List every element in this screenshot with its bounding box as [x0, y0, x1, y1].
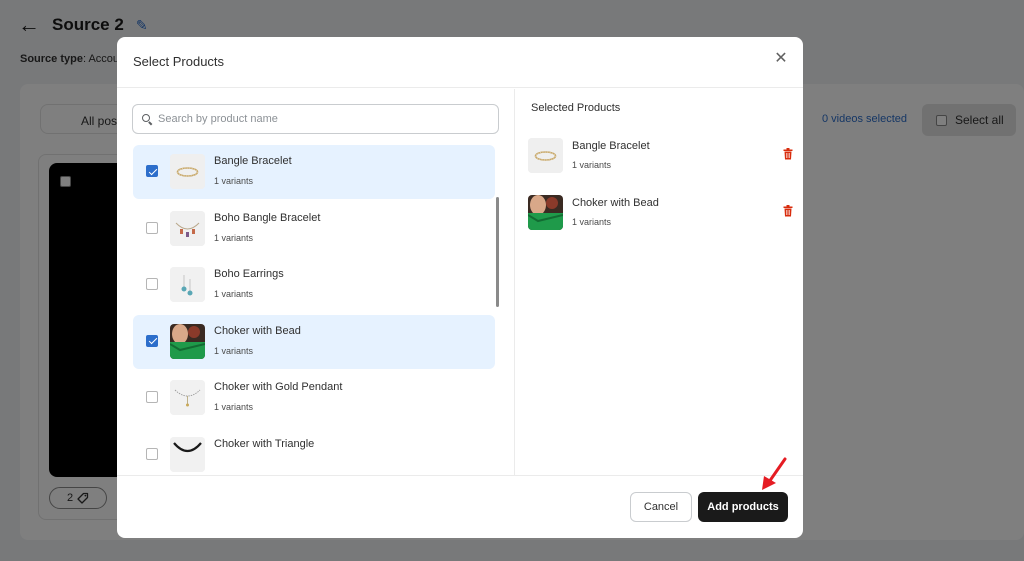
product-checkbox[interactable]	[146, 221, 158, 234]
close-icon[interactable]: ✕	[771, 50, 791, 70]
product-row-choker-with-gold-pendant[interactable]: Choker with Gold Pendant 1 variants	[133, 371, 495, 425]
product-list: Bangle Bracelet 1 variants Boho Bangle B…	[133, 145, 497, 475]
product-thumbnail	[170, 436, 205, 472]
product-name: Bangle Bracelet	[214, 155, 292, 167]
select-products-modal: Select Products ✕ Bangle Bracelet 1 vari…	[117, 37, 803, 538]
selected-item-bangle-bracelet: Bangle Bracelet 1 variants	[528, 138, 793, 174]
product-thumbnail	[170, 154, 205, 189]
product-variants: 1 variants	[214, 402, 254, 412]
search-icon	[142, 114, 152, 124]
search-input[interactable]	[158, 113, 478, 125]
trash-icon[interactable]	[783, 148, 793, 160]
product-checkbox[interactable]	[146, 165, 158, 177]
product-checkbox[interactable]	[146, 278, 158, 290]
product-name: Choker with Gold Pendant	[214, 381, 343, 393]
search-box[interactable]	[132, 104, 499, 134]
cancel-button[interactable]: Cancel	[630, 492, 692, 522]
product-row-boho-bangle-bracelet[interactable]: Boho Bangle Bracelet 1 variants	[133, 202, 495, 256]
modal-title: Select Products	[133, 54, 225, 69]
product-thumbnail	[170, 267, 205, 302]
product-name: Choker with Bead	[214, 324, 301, 337]
product-row-choker-with-triangle[interactable]: Choker with Triangle	[133, 428, 495, 476]
product-name: Boho Bangle Bracelet	[214, 211, 321, 224]
modal-footer: Cancel Add products	[117, 475, 803, 538]
add-products-button[interactable]: Add products	[698, 492, 788, 522]
product-name: Boho Earrings	[214, 268, 284, 280]
product-thumbnail	[170, 210, 205, 246]
annotation-arrow-icon	[762, 457, 787, 490]
product-checkbox[interactable]	[146, 447, 158, 460]
trash-icon[interactable]	[783, 205, 793, 217]
product-thumbnail	[170, 323, 205, 359]
product-checkbox[interactable]	[146, 334, 158, 347]
product-row-bangle-bracelet[interactable]: Bangle Bracelet 1 variants	[133, 145, 495, 199]
selected-products-pane: Selected Products Bangle Bracelet 1 vari…	[516, 89, 803, 475]
selected-item-choker-with-bead: Choker with Bead 1 variants	[528, 195, 793, 231]
product-variants: 1 variants	[214, 232, 254, 243]
product-list-pane: Bangle Bracelet 1 variants Boho Bangle B…	[117, 89, 515, 475]
list-scrollbar[interactable]	[496, 197, 499, 307]
product-thumbnail	[528, 138, 563, 173]
product-thumbnail	[170, 380, 205, 415]
selected-product-variants: 1 variants	[572, 160, 612, 170]
product-variants: 1 variants	[214, 345, 254, 356]
product-name: Choker with Triangle	[214, 437, 315, 450]
selected-product-variants: 1 variants	[572, 217, 612, 227]
product-row-choker-with-bead[interactable]: Choker with Bead 1 variants	[133, 314, 495, 369]
selected-product-name: Bangle Bracelet	[572, 140, 650, 152]
product-thumbnail	[528, 195, 563, 230]
product-row-boho-earrings[interactable]: Boho Earrings 1 variants	[133, 258, 495, 312]
selected-products-title: Selected Products	[531, 102, 621, 114]
product-checkbox[interactable]	[146, 391, 158, 403]
modal-header: Select Products ✕	[117, 37, 803, 88]
product-variants: 1 variants	[214, 289, 254, 299]
selected-product-name: Choker with Bead	[572, 197, 659, 209]
product-variants: 1 variants	[214, 176, 254, 186]
